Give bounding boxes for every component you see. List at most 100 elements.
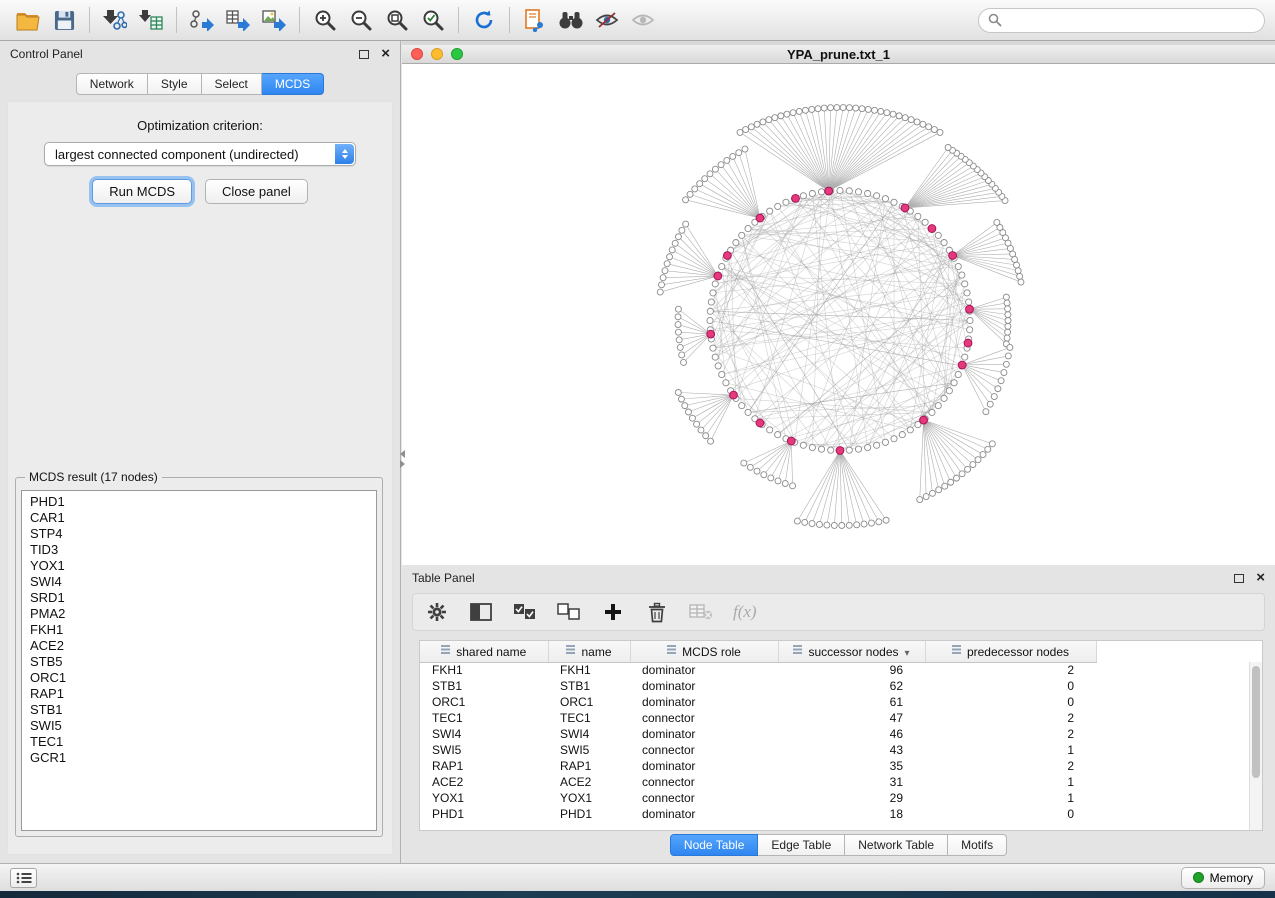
cell-shared-name[interactable]: PHD1	[420, 806, 548, 822]
column-header-predecessor-nodes[interactable]: predecessor nodes	[925, 641, 1096, 662]
column-header-MCDS-role[interactable]: MCDS role	[630, 641, 778, 662]
mcds-result-item[interactable]: STP4	[22, 526, 376, 542]
delete-table-button[interactable]	[683, 597, 719, 627]
cell-predecessor-nodes[interactable]: 0	[925, 678, 1096, 694]
float-table-panel-icon[interactable]	[1234, 574, 1244, 583]
cell-predecessor-nodes[interactable]: 1	[925, 774, 1096, 790]
window-close-button[interactable]	[411, 48, 423, 60]
cell-shared-name[interactable]: FKH1	[420, 662, 548, 678]
tab-style[interactable]: Style	[148, 73, 202, 95]
cell-MCDS-role[interactable]: dominator	[630, 726, 778, 742]
table-row[interactable]: TEC1TEC1connector472	[420, 710, 1096, 726]
eye-button[interactable]	[625, 4, 661, 36]
select-all-button[interactable]	[507, 597, 543, 627]
cell-shared-name[interactable]: RAP1	[420, 758, 548, 774]
cell-MCDS-role[interactable]: dominator	[630, 662, 778, 678]
zoom-out-button[interactable]	[343, 4, 379, 36]
cell-MCDS-role[interactable]: connector	[630, 790, 778, 806]
table-row[interactable]: FKH1FKH1dominator962	[420, 662, 1096, 678]
cell-shared-name[interactable]: STB1	[420, 678, 548, 694]
cell-MCDS-role[interactable]: connector	[630, 710, 778, 726]
function-builder-button[interactable]: f(x)	[727, 597, 763, 627]
export-image-button[interactable]	[256, 4, 292, 36]
cell-shared-name[interactable]: SWI4	[420, 726, 548, 742]
cell-successor-nodes[interactable]: 29	[778, 790, 925, 806]
column-layout-button[interactable]	[463, 597, 499, 627]
open-file-button[interactable]	[10, 4, 46, 36]
cell-successor-nodes[interactable]: 61	[778, 694, 925, 710]
search-box[interactable]	[978, 8, 1265, 33]
cell-MCDS-role[interactable]: dominator	[630, 694, 778, 710]
network-canvas[interactable]	[402, 64, 1275, 565]
cell-MCDS-role[interactable]: dominator	[630, 678, 778, 694]
cell-MCDS-role[interactable]: connector	[630, 742, 778, 758]
mcds-result-list[interactable]: PHD1CAR1STP4TID3YOX1SWI4SRD1PMA2FKH1ACE2…	[21, 490, 377, 831]
close-panel-icon[interactable]: ×	[381, 49, 390, 59]
cell-predecessor-nodes[interactable]: 0	[925, 806, 1096, 822]
column-header-shared-name[interactable]: shared name	[420, 641, 548, 662]
window-zoom-button[interactable]	[451, 48, 463, 60]
cell-name[interactable]: TEC1	[548, 710, 630, 726]
cell-shared-name[interactable]: ORC1	[420, 694, 548, 710]
cell-successor-nodes[interactable]: 31	[778, 774, 925, 790]
import-network-button[interactable]	[97, 4, 133, 36]
zoom-fit-button[interactable]	[379, 4, 415, 36]
search-input[interactable]	[1008, 13, 1255, 27]
cell-shared-name[interactable]: TEC1	[420, 710, 548, 726]
table-row[interactable]: YOX1YOX1connector291	[420, 790, 1096, 806]
table-scrollbar[interactable]	[1249, 662, 1262, 830]
memory-button[interactable]: Memory	[1181, 867, 1265, 889]
table-row[interactable]: SWI5SWI5connector431	[420, 742, 1096, 758]
cell-successor-nodes[interactable]: 62	[778, 678, 925, 694]
cell-predecessor-nodes[interactable]: 1	[925, 742, 1096, 758]
status-menu-button[interactable]	[10, 868, 37, 888]
cell-predecessor-nodes[interactable]: 2	[925, 726, 1096, 742]
table-row[interactable]: STB1STB1dominator620	[420, 678, 1096, 694]
scrollbar-thumb[interactable]	[1252, 666, 1260, 778]
find-button[interactable]	[553, 4, 589, 36]
mcds-result-item[interactable]: GCR1	[22, 750, 376, 766]
mcds-result-item[interactable]: TEC1	[22, 734, 376, 750]
cell-name[interactable]: SWI4	[548, 726, 630, 742]
column-header-successor-nodes[interactable]: successor nodes▾	[778, 641, 925, 662]
save-session-button[interactable]	[46, 4, 82, 36]
table-settings-button[interactable]	[419, 597, 455, 627]
table-row[interactable]: SWI4SWI4dominator462	[420, 726, 1096, 742]
mcds-result-item[interactable]: CAR1	[22, 510, 376, 526]
table-row[interactable]: ORC1ORC1dominator610	[420, 694, 1096, 710]
deselect-all-button[interactable]	[551, 597, 587, 627]
mcds-result-item[interactable]: SWI5	[22, 718, 376, 734]
mcds-result-item[interactable]: PMA2	[22, 606, 376, 622]
export-table-button[interactable]	[220, 4, 256, 36]
cell-successor-nodes[interactable]: 96	[778, 662, 925, 678]
mcds-result-item[interactable]: FKH1	[22, 622, 376, 638]
float-panel-icon[interactable]	[359, 50, 369, 59]
cell-MCDS-role[interactable]: dominator	[630, 758, 778, 774]
mcds-result-item[interactable]: RAP1	[22, 686, 376, 702]
mcds-result-item[interactable]: TID3	[22, 542, 376, 558]
cell-predecessor-nodes[interactable]: 2	[925, 758, 1096, 774]
cell-name[interactable]: ORC1	[548, 694, 630, 710]
cell-successor-nodes[interactable]: 18	[778, 806, 925, 822]
cell-name[interactable]: RAP1	[548, 758, 630, 774]
mcds-result-item[interactable]: STB1	[22, 702, 376, 718]
mcds-result-item[interactable]: YOX1	[22, 558, 376, 574]
mcds-result-item[interactable]: PHD1	[22, 494, 376, 510]
cell-name[interactable]: STB1	[548, 678, 630, 694]
cell-name[interactable]: SWI5	[548, 742, 630, 758]
add-column-button[interactable]	[595, 597, 631, 627]
style-document-button[interactable]	[517, 4, 553, 36]
table-row[interactable]: ACE2ACE2connector311	[420, 774, 1096, 790]
cell-successor-nodes[interactable]: 43	[778, 742, 925, 758]
column-header-name[interactable]: name	[548, 641, 630, 662]
cell-shared-name[interactable]: SWI5	[420, 742, 548, 758]
export-network-button[interactable]	[184, 4, 220, 36]
cell-name[interactable]: FKH1	[548, 662, 630, 678]
delete-column-button[interactable]	[639, 597, 675, 627]
cell-predecessor-nodes[interactable]: 2	[925, 710, 1096, 726]
cell-predecessor-nodes[interactable]: 0	[925, 694, 1096, 710]
cell-predecessor-nodes[interactable]: 1	[925, 790, 1096, 806]
run-mcds-button[interactable]: Run MCDS	[92, 179, 192, 204]
network-graph[interactable]	[402, 64, 1275, 565]
toggle-graphics-details-button[interactable]	[589, 4, 625, 36]
